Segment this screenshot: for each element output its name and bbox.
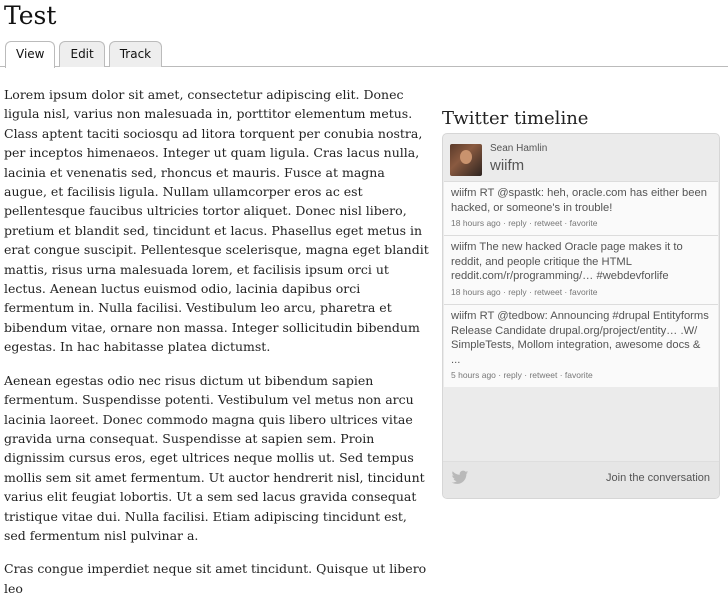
tweet-text: wiifm RT @spastk: heh, oracle.com has ei… [451, 187, 707, 214]
tab-edit[interactable]: Edit [59, 41, 105, 67]
tweet-meta: 18 hours ago · reply · retweet · favorit… [451, 216, 710, 230]
twitter-bird-icon[interactable] [451, 470, 469, 486]
favorite-link[interactable]: favorite [565, 370, 593, 380]
retweet-link[interactable]: retweet [529, 370, 557, 380]
retweet-link[interactable]: retweet [534, 287, 562, 297]
tweet-text: wiifm RT @tedbow: Announcing #drupal Ent… [451, 309, 709, 366]
tweet-time-link[interactable]: 18 hours ago [451, 287, 501, 297]
tweet-meta: 5 hours ago · reply · retweet · favorite [451, 368, 710, 382]
tab-view[interactable]: View [5, 41, 56, 68]
page-title: Test [4, 1, 57, 30]
twitter-timeline-widget: Sean Hamlin wiifm wiifm RT @spastk: heh,… [442, 133, 720, 499]
favorite-link[interactable]: favorite [570, 218, 598, 228]
tweet-meta: 18 hours ago · reply · retweet · favorit… [451, 285, 710, 299]
tweet-text: wiifm The new hacked Oracle page makes i… [451, 241, 683, 283]
body-paragraph: Aenean egestas odio nec risus dictum ut … [4, 372, 425, 543]
tab-bar: View Edit Track [0, 41, 728, 68]
meta-separator: · [562, 218, 570, 229]
reply-link[interactable]: reply [508, 287, 526, 297]
avatar[interactable] [450, 144, 482, 176]
tweet-item: wiifm The new hacked Oracle page makes i… [444, 235, 718, 304]
twitter-widget-footer: Join the conversation [443, 461, 719, 498]
body-paragraph: Cras congue imperdiet neque sit amet tin… [4, 561, 427, 596]
reply-link[interactable]: reply [508, 218, 526, 228]
tab-track[interactable]: Track [108, 41, 163, 67]
meta-separator: · [557, 370, 565, 381]
favorite-link[interactable]: favorite [570, 287, 598, 297]
twitter-user-name[interactable]: Sean Hamlin [490, 143, 547, 154]
tweet-time-link[interactable]: 18 hours ago [451, 218, 501, 228]
reply-link[interactable]: reply [503, 370, 521, 380]
twitter-block-title: Twitter timeline [442, 108, 589, 129]
body-paragraph: Lorem ipsum dolor sit amet, consectetur … [4, 87, 429, 355]
tweet-time-link[interactable]: 5 hours ago [451, 370, 496, 380]
twitter-handle[interactable]: wiifm [490, 157, 524, 174]
tweet-item: wiifm RT @tedbow: Announcing #drupal Ent… [444, 303, 718, 388]
tweet-list: wiifm RT @spastk: heh, oracle.com has ei… [444, 181, 718, 388]
join-conversation-link[interactable]: Join the conversation [606, 472, 710, 484]
retweet-link[interactable]: retweet [534, 218, 562, 228]
meta-separator: · [562, 286, 570, 297]
tweet-item: wiifm RT @spastk: heh, oracle.com has ei… [444, 181, 718, 236]
main-content: Lorem ipsum dolor sit amet, consectetur … [4, 85, 429, 612]
